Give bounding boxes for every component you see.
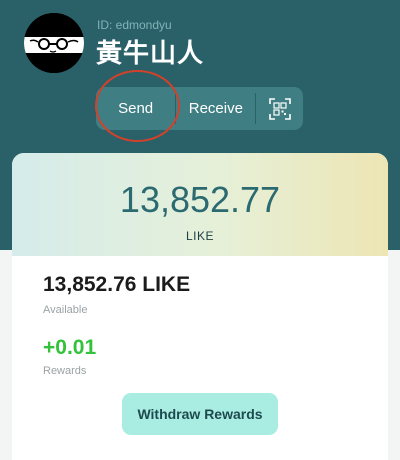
rewards-label: Rewards [43, 365, 87, 377]
send-button[interactable]: Send [96, 87, 175, 130]
receive-button[interactable]: Receive [176, 87, 255, 130]
qr-scan-icon [268, 97, 291, 120]
avatar[interactable] [24, 13, 84, 73]
user-display-name: 黃牛山人 [96, 39, 205, 69]
total-balance: 13,852.77 [119, 179, 281, 220]
total-balance-unit: LIKE [185, 229, 214, 243]
rewards-amount: +0.01 [43, 336, 97, 359]
total-balance-panel: 13,852.77 LIKE [12, 153, 388, 256]
avatar-image [24, 13, 84, 73]
qr-scan-button[interactable] [256, 87, 303, 130]
available-label: Available [43, 304, 88, 316]
user-id: ID: edmondyu [97, 18, 172, 32]
wallet-action-bar: Send Receive [96, 87, 303, 130]
withdraw-rewards-button[interactable]: Withdraw Rewards [122, 393, 278, 435]
available-balance: 13,852.76 LIKE [43, 273, 191, 296]
